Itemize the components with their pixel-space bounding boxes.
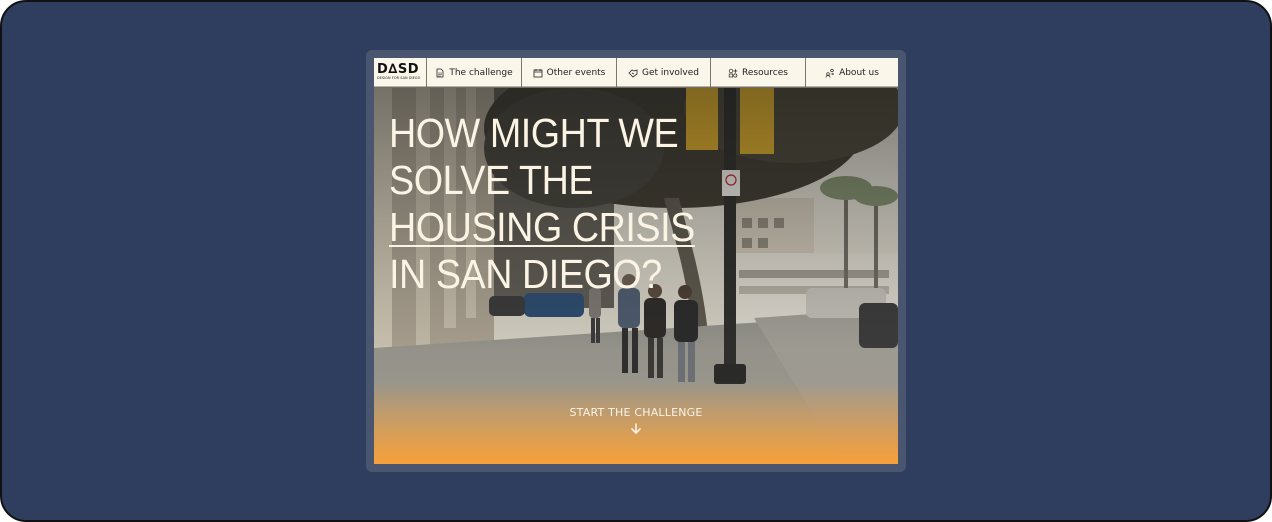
- hero-section: HOW MIGHT WE SOLVE THE HOUSING CRISIS IN…: [374, 88, 898, 464]
- nav-label-resources: Resources: [742, 67, 788, 78]
- nav-item-about-us[interactable]: About us: [806, 58, 898, 87]
- document-icon: [436, 68, 444, 77]
- top-navigation: D∆SD DESIGN FOR SAN DIEGO The challenge …: [374, 58, 898, 87]
- people-swap-icon: [825, 68, 834, 78]
- nav-label-get-involved: Get involved: [641, 67, 699, 78]
- calendar-icon: [533, 68, 543, 77]
- nav-item-get-involved[interactable]: Get involved: [617, 58, 711, 87]
- dasd-logo[interactable]: D∆SD DESIGN FOR SAN DIEGO: [374, 58, 427, 87]
- nav-item-the-challenge[interactable]: The challenge: [427, 58, 522, 87]
- start-challenge-link[interactable]: START THE CHALLENGE: [374, 406, 898, 435]
- logo-tagline: DESIGN FOR SAN DIEGO: [377, 76, 421, 80]
- headline-line-2: SOLVE THE: [389, 157, 594, 203]
- nav-item-other-events[interactable]: Other events: [522, 58, 617, 87]
- shapes-icon: [728, 68, 738, 77]
- nav-label-the-challenge: The challenge: [449, 67, 513, 78]
- hero-headline: HOW MIGHT WE SOLVE THE HOUSING CRISIS IN…: [389, 110, 702, 298]
- headline-line-4: IN SAN DIEGO?: [389, 251, 662, 297]
- arrow-down-icon: [631, 423, 641, 434]
- website: D∆SD DESIGN FOR SAN DIEGO The challenge …: [374, 58, 898, 464]
- logo-mark: D∆SD: [377, 62, 420, 77]
- start-challenge-label: START THE CHALLENGE: [569, 406, 703, 419]
- nav-label-other-events: Other events: [546, 67, 606, 78]
- headline-line-3-underlined: HOUSING CRISIS: [389, 204, 695, 250]
- headline-line-1: HOW MIGHT WE: [389, 110, 679, 156]
- nav-item-resources[interactable]: Resources: [711, 58, 806, 87]
- nav-label-about-us: About us: [839, 67, 879, 78]
- handshake-icon: [628, 68, 638, 78]
